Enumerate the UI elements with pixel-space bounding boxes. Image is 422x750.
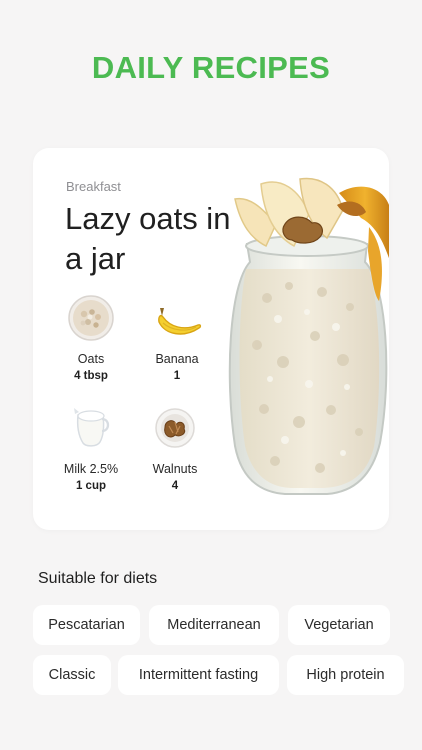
- ingredient-name: Milk 2.5%: [63, 462, 119, 476]
- app-screen: DAILY RECIPES Breakfast Lazy oats in a j…: [0, 0, 422, 750]
- oats-jar-image: [228, 177, 389, 495]
- diet-chip-vegetarian[interactable]: Vegetarian: [288, 605, 390, 645]
- diet-chip-label: Vegetarian: [304, 617, 374, 633]
- ingredient-amount: 4: [171, 480, 179, 492]
- diet-chip-pescatarian[interactable]: Pescatarian: [33, 605, 140, 645]
- diet-chip-label: Mediterranean: [167, 617, 261, 633]
- ingredient-banana: Banana 1: [137, 288, 217, 382]
- banana-icon: [158, 308, 202, 335]
- ingredient-name: Banana: [155, 352, 199, 366]
- ingredient-oats: Oats 4 tbsp: [51, 288, 131, 382]
- diet-chip-mediterranean[interactable]: Mediterranean: [149, 605, 279, 645]
- diets-section-title: Suitable for diets: [38, 570, 158, 587]
- ingredient-name: Walnuts: [152, 462, 198, 476]
- diet-chip-label: High protein: [306, 667, 385, 683]
- diet-chip-high-protein[interactable]: High protein: [287, 655, 404, 695]
- diet-chip-label: Intermittent fasting: [138, 667, 259, 683]
- page-title: DAILY RECIPES: [91, 50, 331, 85]
- ingredient-milk: Milk 2.5% 1 cup: [51, 398, 131, 492]
- walnuts-bowl-icon: [155, 408, 195, 448]
- diet-chip-intermittent-fasting[interactable]: Intermittent fasting: [118, 655, 279, 695]
- ingredient-amount: 1: [173, 370, 181, 382]
- recipe-card[interactable]: Breakfast Lazy oats in a jar Oats 4 tbsp: [33, 148, 389, 530]
- diet-chip-label: Pescatarian: [48, 617, 125, 633]
- diet-chip-classic[interactable]: Classic: [33, 655, 111, 695]
- milk-jug-icon: [74, 408, 110, 447]
- recipe-title: Lazy oats in a jar: [65, 201, 231, 276]
- diet-chip-label: Classic: [48, 667, 96, 683]
- ingredient-amount: 4 tbsp: [74, 370, 108, 382]
- oats-bowl-icon: [68, 295, 114, 341]
- ingredient-amount: 1 cup: [75, 480, 107, 492]
- ingredient-walnuts: Walnuts 4: [135, 398, 215, 492]
- meal-type-label: Breakfast: [66, 179, 121, 194]
- ingredient-name: Oats: [77, 352, 105, 366]
